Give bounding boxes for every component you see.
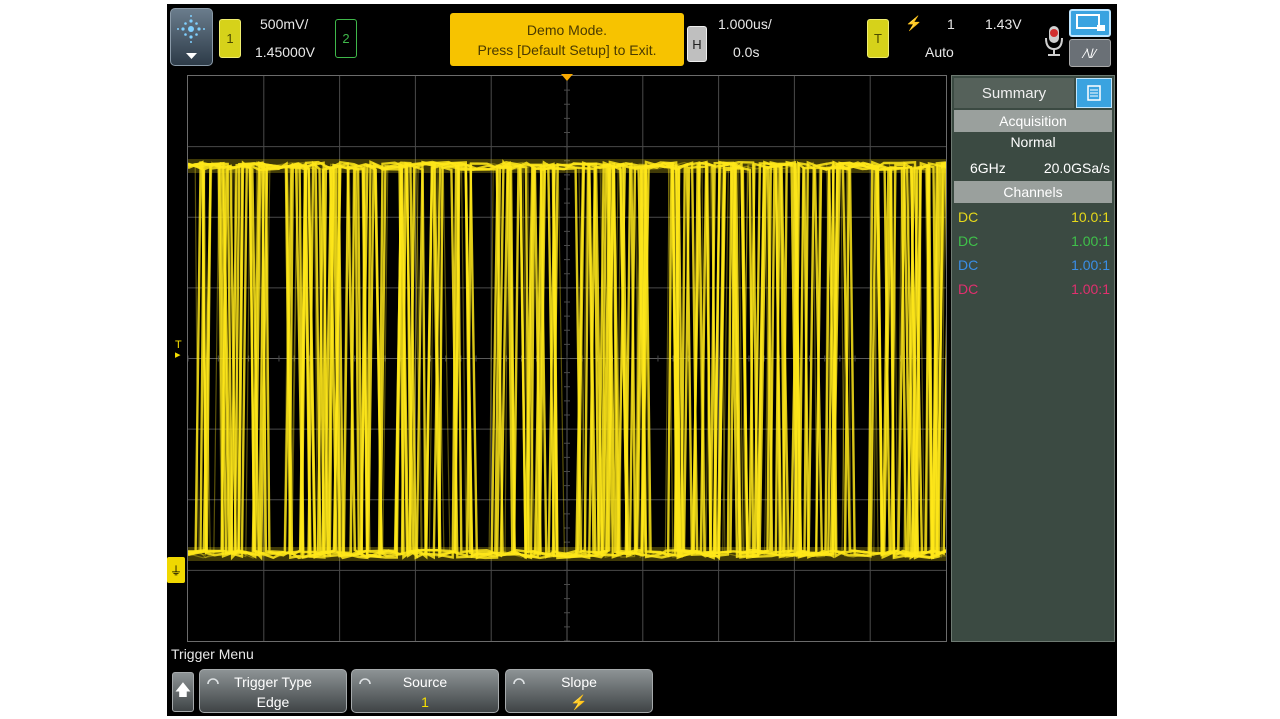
channel-1-scale: 500mV/ [260, 16, 309, 32]
trigger-slope-icon: ⚡ [905, 15, 923, 31]
channel-1-ground-marker[interactable]: ⏚ [167, 557, 185, 583]
waveform-display [187, 75, 952, 642]
horizontal-button[interactable]: H [687, 26, 707, 62]
trigger-source: 1 [947, 16, 955, 32]
channels-header: Channels [954, 181, 1112, 203]
softkey-value: 1 [421, 694, 429, 710]
tab-summary[interactable]: Summary [954, 78, 1074, 108]
trigger-level: 1.43V [985, 16, 1022, 32]
entry-knob-icon [207, 678, 219, 685]
channel-probe-ratio: 1.00:1 [1071, 257, 1110, 273]
demo-mode-title: Demo Mode. [526, 21, 608, 38]
time-reference-marker [561, 74, 573, 81]
channel-coupling: DC [958, 281, 979, 297]
channel-1-button[interactable]: 1 [219, 19, 241, 58]
channel-coupling: DC [958, 209, 979, 225]
channel-row: DC 1.00:1 [958, 278, 1110, 300]
measure-icon[interactable]: ⁄\/⁄ [1069, 39, 1111, 67]
trigger-button[interactable]: T [867, 19, 889, 58]
demo-mode-banner: Demo Mode. Press [Default Setup] to Exit… [450, 13, 684, 66]
channel-probe-ratio: 10.0:1 [1071, 209, 1110, 225]
softkey-label: Trigger Type [234, 674, 312, 690]
channel-1-offset: 1.45000V [255, 44, 315, 60]
trigger-mode: Auto [925, 44, 954, 60]
microphone-icon[interactable] [1043, 24, 1065, 58]
channel-probe-ratio: 1.00:1 [1071, 233, 1110, 249]
channel-row: DC 10.0:1 [958, 206, 1110, 228]
main-menu-button[interactable] [170, 8, 213, 66]
run-stop-icon[interactable] [1069, 9, 1111, 37]
softkey-label: Source [402, 674, 448, 690]
channel-row: DC 1.00:1 [958, 230, 1110, 252]
waveform-graticule [187, 75, 952, 642]
panel-menu-button[interactable] [1076, 78, 1112, 108]
entry-knob-icon [359, 678, 371, 685]
entry-knob-icon [513, 678, 525, 685]
channel-probe-ratio: 1.00:1 [1071, 281, 1110, 297]
channel-coupling: DC [958, 257, 979, 273]
up-arrow-icon: 🡅 [174, 681, 192, 699]
timebase-value: 1.000us/ [718, 16, 772, 32]
softkey-label: Slope [561, 674, 597, 690]
softkey-value: Edge [256, 694, 290, 710]
back-button[interactable]: 🡅 [172, 672, 194, 712]
oscilloscope-screen: 1 500mV/ 1.45000V 2 Demo Mode. Press [De… [167, 4, 1117, 716]
softkey-source[interactable]: Source 1 [351, 669, 499, 713]
channel-coupling: DC [958, 233, 979, 249]
acquisition-header: Acquisition [954, 110, 1112, 132]
menu-icon [177, 15, 205, 59]
softkey-value: ⚡ [570, 694, 588, 710]
sample-rate: 20.0GSa/s [1043, 160, 1110, 176]
acquisition-rates: 6GHz 20.0GSa/s [958, 157, 1110, 179]
demo-mode-instruction: Press [Default Setup] to Exit. [477, 41, 657, 58]
softkey-trigger-type[interactable]: Trigger Type Edge [199, 669, 347, 713]
softkey-slope[interactable]: Slope ⚡ [505, 669, 653, 713]
horizontal-delay: 0.0s [733, 44, 760, 60]
acquisition-mode: Normal [1010, 134, 1056, 150]
bandwidth: 6GHz [970, 160, 1006, 176]
summary-panel: Summary Acquisition Normal 6GHz 20.0GSa/… [951, 75, 1115, 642]
trigger-level-marker[interactable]: T ▸ [175, 340, 182, 361]
list-icon [1087, 85, 1101, 101]
channel-2-button[interactable]: 2 [335, 19, 357, 58]
menu-title: Trigger Menu [171, 646, 254, 662]
channel-row: DC 1.00:1 [958, 254, 1110, 276]
